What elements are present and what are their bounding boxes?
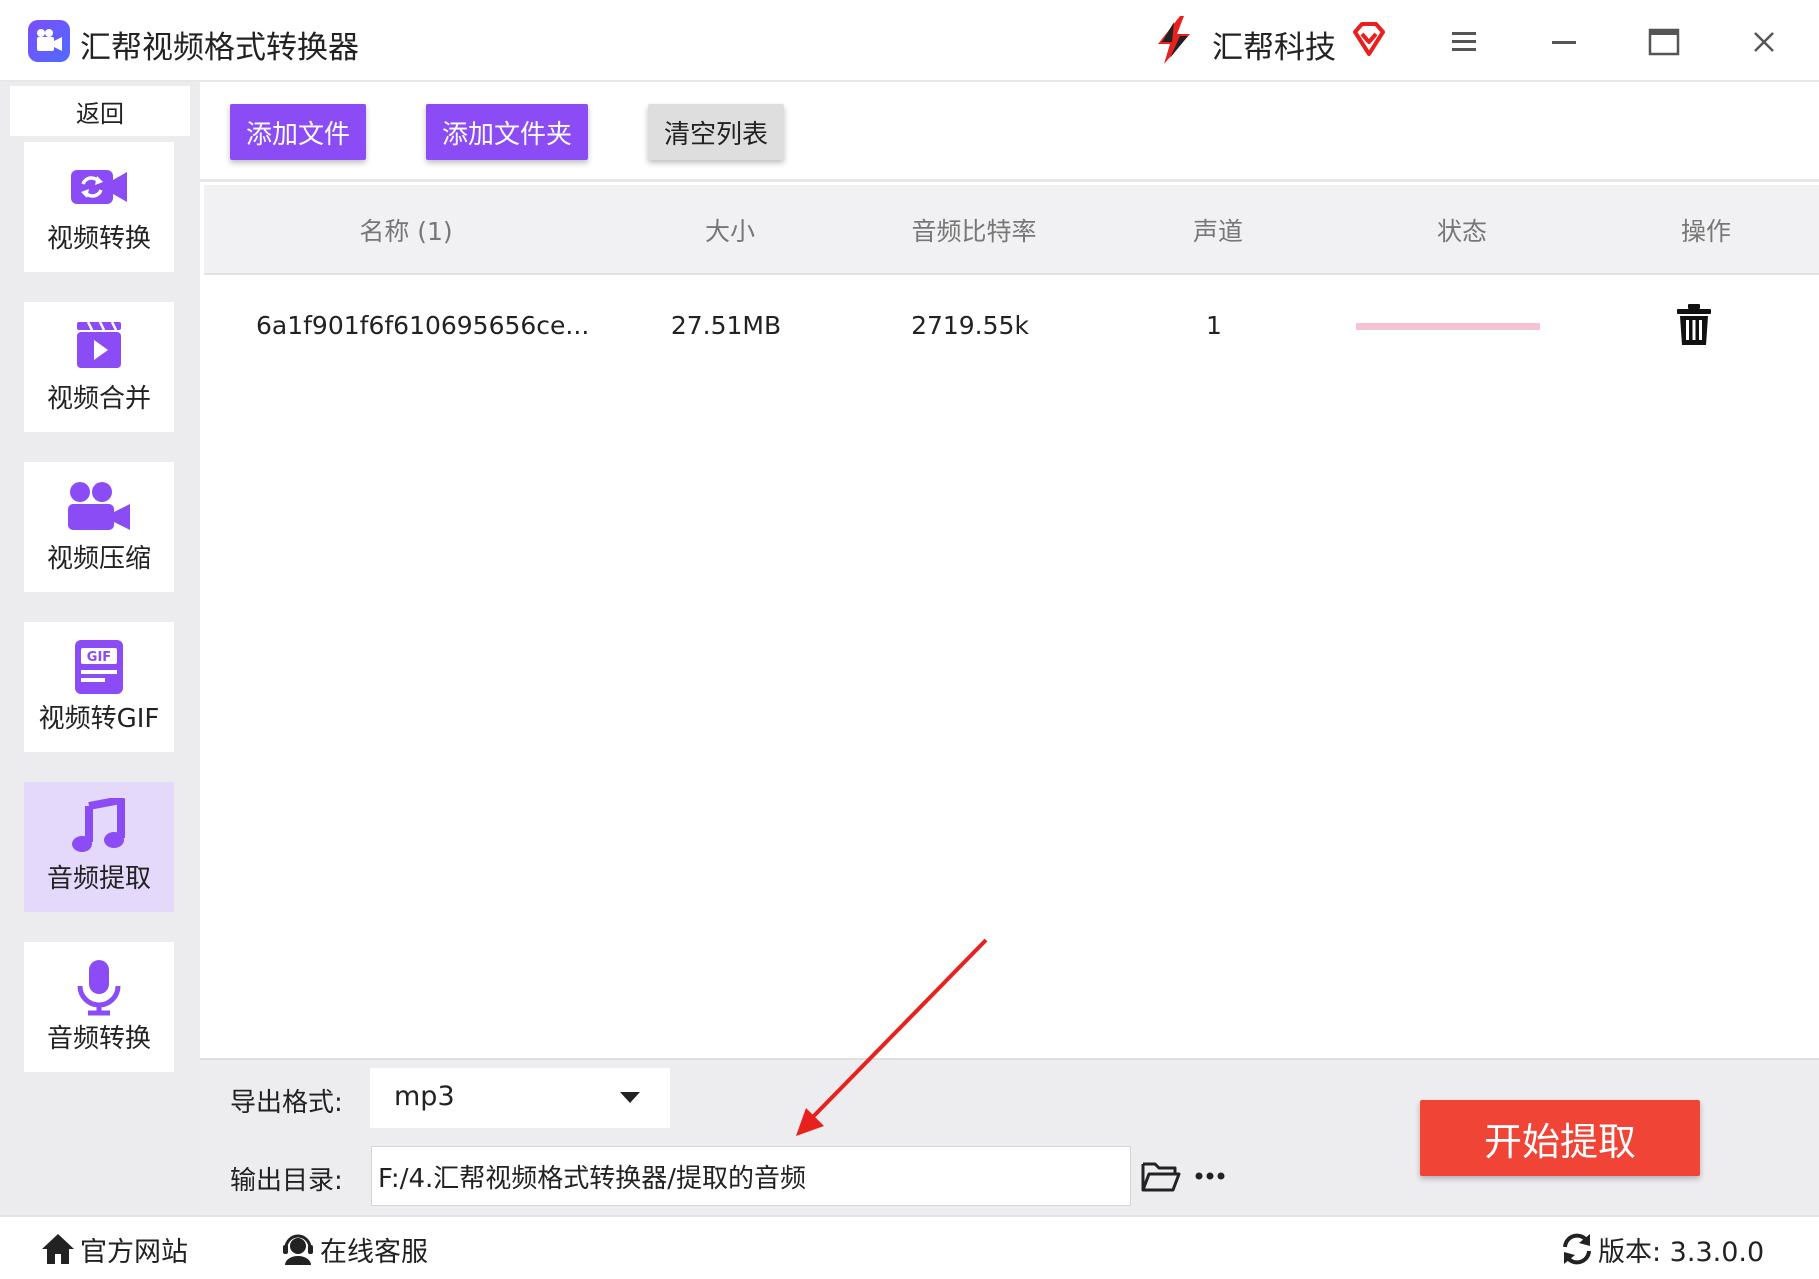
- minimize-icon: [1552, 41, 1576, 44]
- maximize-button[interactable]: [1642, 20, 1686, 64]
- column-header-action: 操作: [1680, 217, 1731, 246]
- output-dir-label: 输出目录:: [230, 1166, 343, 1196]
- table-row[interactable]: 6a1f901f6f610695656ce... 27.51MB 2719.55…: [204, 277, 1819, 373]
- sidebar-item-video-compress[interactable]: 视频压缩: [24, 462, 174, 592]
- table-header: 名称 (1) 大小 音频比特率 声道 状态 操作: [204, 185, 1819, 275]
- video-compress-icon: [68, 482, 130, 530]
- sidebar-item-label: 视频合并: [46, 384, 151, 414]
- brand-name: 汇帮科技: [1212, 30, 1336, 66]
- menu-button[interactable]: [1442, 20, 1486, 64]
- output-settings: 导出格式: mp3 输出目录: 开始提取: [200, 1058, 1819, 1215]
- music-note-icon: [72, 798, 125, 852]
- refresh-icon: [1563, 1233, 1591, 1265]
- sidebar-item-audio-extract[interactable]: 音频提取: [24, 782, 174, 912]
- vip-diamond-icon[interactable]: [1350, 20, 1388, 58]
- delete-button[interactable]: [1674, 303, 1714, 347]
- open-folder-button[interactable]: [1140, 1158, 1182, 1194]
- sidebar: 返回 视频转换 视频合并 视频压缩 GIF 视频转GIF 音频提取 音频转换: [0, 82, 200, 1215]
- close-icon: [1754, 32, 1774, 52]
- audio-bitrate: 2719.55k: [911, 310, 1029, 340]
- support-link[interactable]: 在线客服: [280, 1229, 428, 1269]
- app-logo-icon: [28, 20, 70, 62]
- svg-text:GIF: GIF: [87, 650, 111, 665]
- more-options-button[interactable]: [1190, 1158, 1230, 1194]
- output-dir-input[interactable]: [371, 1146, 1131, 1206]
- column-header-bitrate: 音频比特率: [911, 217, 1037, 246]
- sidebar-item-audio-convert[interactable]: 音频转换: [24, 942, 174, 1072]
- sidebar-item-label: 视频压缩: [46, 544, 151, 574]
- sidebar-item-label: 音频提取: [46, 864, 151, 894]
- brand-logo-icon: [1158, 16, 1190, 64]
- start-extract-button[interactable]: 开始提取: [1420, 1100, 1700, 1176]
- sidebar-item-label: 视频转GIF: [38, 704, 160, 734]
- export-format-label: 导出格式:: [230, 1088, 343, 1118]
- toolbar: 添加文件 添加文件夹 清空列表: [200, 82, 1819, 182]
- hamburger-icon: [1452, 32, 1476, 51]
- status-progress-bar: [1356, 277, 1542, 373]
- folder-icon: [1141, 1162, 1181, 1192]
- add-file-button[interactable]: 添加文件: [230, 104, 366, 160]
- website-link[interactable]: 官方网站: [40, 1229, 188, 1269]
- clear-list-button[interactable]: 清空列表: [648, 104, 784, 160]
- audio-channels: 1: [1206, 310, 1222, 340]
- footer: 官方网站 在线客服 版本: 3.3.0.0: [0, 1215, 1819, 1279]
- title-bar: 汇帮视频格式转换器 汇帮科技: [0, 0, 1819, 82]
- gif-icon: GIF: [75, 640, 123, 694]
- version-info: 版本: 3.3.0.0: [1560, 1229, 1764, 1269]
- back-button[interactable]: 返回: [10, 86, 190, 136]
- add-folder-button[interactable]: 添加文件夹: [426, 104, 588, 160]
- home-icon: [42, 1234, 74, 1264]
- video-convert-icon: [71, 170, 127, 204]
- support-label: 在线客服: [320, 1236, 428, 1268]
- website-label: 官方网站: [80, 1236, 188, 1268]
- sidebar-item-label: 音频转换: [46, 1024, 151, 1054]
- file-table: 名称 (1) 大小 音频比特率 声道 状态 操作 6a1f901f6f61069…: [204, 185, 1819, 1058]
- trash-icon: [1677, 304, 1711, 345]
- file-name: 6a1f901f6f610695656ce...: [256, 310, 590, 340]
- app-title: 汇帮视频格式转换器: [80, 30, 359, 66]
- column-header-name: 名称 (1): [359, 217, 453, 246]
- column-header-status: 状态: [1436, 217, 1487, 246]
- close-button[interactable]: [1742, 20, 1786, 64]
- export-format-select[interactable]: mp3: [370, 1068, 670, 1128]
- sidebar-item-video-convert[interactable]: 视频转换: [24, 142, 174, 272]
- sidebar-item-label: 视频转换: [46, 224, 151, 254]
- column-header-size: 大小: [704, 217, 755, 246]
- maximize-icon: [1648, 28, 1680, 56]
- headset-icon: [283, 1234, 313, 1265]
- video-merge-icon: [77, 321, 121, 368]
- file-size: 27.51MB: [670, 310, 782, 340]
- microphone-icon: [77, 960, 121, 1016]
- version-label: 版本: 3.3.0.0: [1598, 1236, 1765, 1268]
- chevron-down-icon: [620, 1092, 640, 1103]
- sidebar-item-video-merge[interactable]: 视频合并: [24, 302, 174, 432]
- column-header-channels: 声道: [1192, 217, 1243, 246]
- sidebar-item-video-to-gif[interactable]: GIF 视频转GIF: [24, 622, 174, 752]
- ellipsis-icon: [1195, 1172, 1225, 1180]
- progress-track: [1356, 323, 1540, 330]
- export-format-value: mp3: [394, 1081, 455, 1112]
- minimize-button[interactable]: [1542, 20, 1586, 64]
